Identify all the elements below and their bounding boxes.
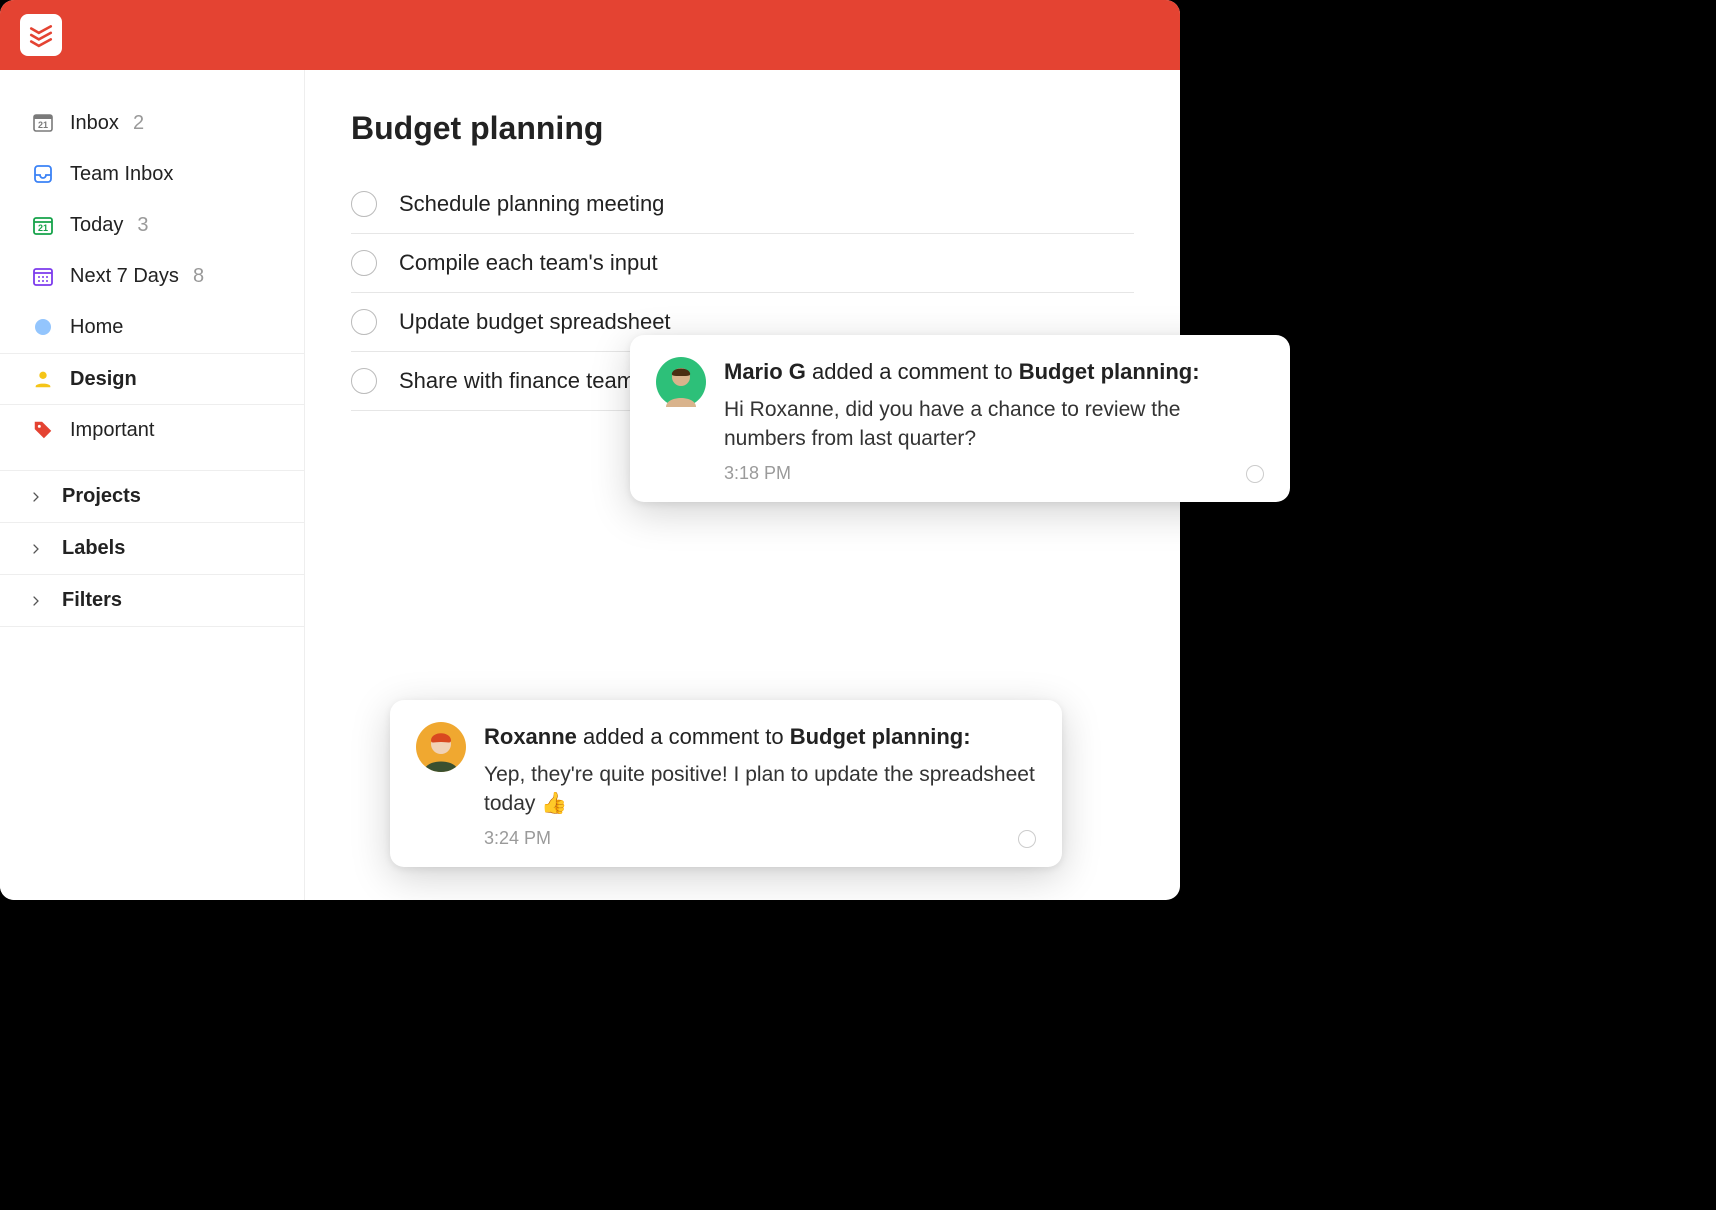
sidebar-item-label: Design bbox=[70, 368, 137, 391]
avatar bbox=[416, 722, 466, 772]
sidebar-section-labels[interactable]: Labels bbox=[0, 523, 304, 575]
sidebar-section-projects[interactable]: Projects bbox=[0, 470, 304, 523]
sidebar-item-home[interactable]: Home bbox=[0, 302, 304, 353]
notification-title: Mario G added a comment to Budget planni… bbox=[724, 357, 1264, 387]
task-title: Schedule planning meeting bbox=[399, 191, 664, 217]
notification-card[interactable]: Roxanne added a comment to Budget planni… bbox=[390, 700, 1062, 867]
sidebar-item-label: Important bbox=[70, 419, 154, 442]
todoist-logo-icon bbox=[28, 22, 54, 48]
sidebar-item-today[interactable]: 21 Today 3 bbox=[0, 200, 304, 251]
notification-message: Hi Roxanne, did you have a chance to rev… bbox=[724, 395, 1264, 454]
project-title: Budget planning bbox=[351, 110, 1134, 147]
sidebar-item-important[interactable]: Important bbox=[0, 405, 304, 456]
person-icon bbox=[30, 366, 56, 392]
project-color-icon bbox=[30, 314, 56, 340]
sidebar-item-team-inbox[interactable]: Team Inbox bbox=[0, 149, 304, 200]
sidebar-section-label: Filters bbox=[62, 589, 122, 612]
sidebar: 21 Inbox 2 Team Inbox bbox=[0, 70, 305, 900]
sidebar-item-count: 3 bbox=[137, 214, 148, 237]
notification-message: Yep, they're quite positive! I plan to u… bbox=[484, 760, 1036, 819]
inbox-icon: 21 bbox=[30, 110, 56, 136]
tag-icon bbox=[30, 417, 56, 443]
sidebar-item-next7days[interactable]: Next 7 Days 8 bbox=[0, 251, 304, 302]
today-icon: 21 bbox=[30, 212, 56, 238]
task-checkbox[interactable] bbox=[351, 250, 377, 276]
sidebar-item-inbox[interactable]: 21 Inbox 2 bbox=[0, 98, 304, 149]
sidebar-item-label: Inbox bbox=[70, 112, 119, 135]
chevron-right-icon bbox=[30, 543, 48, 555]
sidebar-item-label: Next 7 Days bbox=[70, 265, 179, 288]
chevron-right-icon bbox=[30, 595, 48, 607]
notification-title: Roxanne added a comment to Budget planni… bbox=[484, 722, 1036, 752]
notification-time: 3:24 PM bbox=[484, 828, 551, 849]
chevron-right-icon bbox=[30, 491, 48, 503]
task-checkbox[interactable] bbox=[351, 368, 377, 394]
task-checkbox[interactable] bbox=[351, 309, 377, 335]
header-bar bbox=[0, 0, 1180, 70]
notification-card[interactable]: Mario G added a comment to Budget planni… bbox=[630, 335, 1290, 502]
task-checkbox[interactable] bbox=[351, 191, 377, 217]
app-logo-icon[interactable] bbox=[20, 14, 62, 56]
task-row[interactable]: Schedule planning meeting bbox=[351, 175, 1134, 234]
sidebar-item-count: 8 bbox=[193, 265, 204, 288]
task-title: Share with finance team bbox=[399, 368, 635, 394]
avatar bbox=[656, 357, 706, 407]
task-title: Update budget spreadsheet bbox=[399, 309, 671, 335]
task-title: Compile each team's input bbox=[399, 250, 658, 276]
sidebar-item-count: 2 bbox=[133, 112, 144, 135]
sidebar-item-label: Team Inbox bbox=[70, 163, 173, 186]
sidebar-section-label: Labels bbox=[62, 537, 125, 560]
notification-time: 3:18 PM bbox=[724, 463, 791, 484]
sidebar-item-label: Today bbox=[70, 214, 123, 237]
notification-mark-read[interactable] bbox=[1018, 830, 1036, 848]
team-inbox-icon bbox=[30, 161, 56, 187]
sidebar-item-design[interactable]: Design bbox=[0, 353, 304, 405]
next7days-icon bbox=[30, 263, 56, 289]
task-row[interactable]: Compile each team's input bbox=[351, 234, 1134, 293]
svg-text:21: 21 bbox=[38, 120, 48, 130]
sidebar-section-filters[interactable]: Filters bbox=[0, 575, 304, 627]
svg-text:21: 21 bbox=[38, 223, 48, 233]
sidebar-section-label: Projects bbox=[62, 485, 141, 508]
sidebar-item-label: Home bbox=[70, 316, 123, 339]
notification-mark-read[interactable] bbox=[1246, 465, 1264, 483]
